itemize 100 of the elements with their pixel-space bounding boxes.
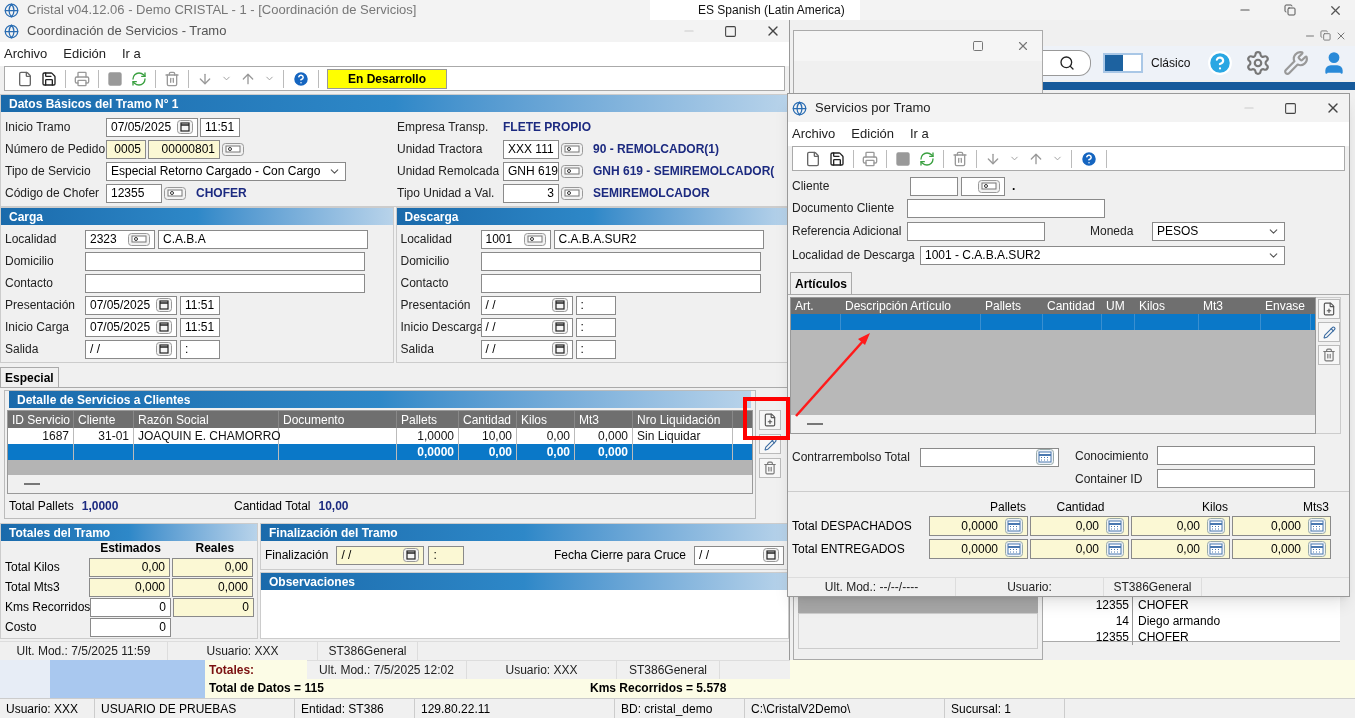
- stop-icon[interactable]: [107, 70, 123, 87]
- input-field[interactable]: [961, 176, 1005, 196]
- input-field[interactable]: / /: [480, 295, 573, 315]
- calculator-icon[interactable]: [1005, 540, 1023, 557]
- menu-item[interactable]: Archivo: [792, 124, 836, 144]
- input-field[interactable]: 0: [173, 597, 254, 617]
- maximize-icon[interactable]: [1284, 101, 1297, 115]
- column-header[interactable]: Mt3: [1199, 298, 1261, 314]
- delete-button[interactable]: [759, 458, 781, 478]
- input-field[interactable]: 0,00: [1131, 515, 1230, 536]
- input-field[interactable]: 00000801: [148, 139, 220, 159]
- input-field[interactable]: 11:51: [200, 117, 240, 137]
- input-field[interactable]: :: [180, 339, 220, 359]
- menu-item[interactable]: Ir a: [122, 44, 141, 64]
- table-row[interactable]: 0,0000 0,00 0,00 0,000: [8, 444, 752, 460]
- calculator-icon[interactable]: [1308, 540, 1326, 557]
- lookup-icon[interactable]: [222, 142, 244, 156]
- input-field[interactable]: 2323: [85, 229, 155, 249]
- refresh-icon[interactable]: [131, 70, 147, 87]
- calendar-icon[interactable]: [551, 342, 568, 356]
- column-header[interactable]: Cantidad: [1043, 298, 1102, 314]
- new-icon[interactable]: [805, 150, 821, 167]
- calendar-icon[interactable]: [156, 342, 172, 356]
- close-icon[interactable]: [1335, 30, 1347, 42]
- edit-button[interactable]: [1318, 322, 1340, 342]
- calendar-icon[interactable]: [156, 320, 172, 334]
- input-field[interactable]: GNH 619: [503, 161, 559, 181]
- tab[interactable]: Artículos: [790, 272, 852, 294]
- lookup-icon[interactable]: [561, 164, 583, 178]
- input-field[interactable]: / /: [336, 545, 425, 565]
- trash-icon[interactable]: [952, 150, 968, 167]
- input-field[interactable]: 0,00: [1030, 538, 1129, 559]
- column-header[interactable]: UM: [1102, 298, 1135, 314]
- maximize-icon[interactable]: [972, 40, 984, 52]
- input-field[interactable]: [480, 251, 761, 271]
- new-icon[interactable]: [17, 70, 33, 87]
- input-field[interactable]: [1157, 469, 1315, 488]
- input-field[interactable]: [907, 198, 1105, 218]
- menu-item[interactable]: Edición: [851, 124, 894, 144]
- close-icon[interactable]: [1016, 39, 1030, 53]
- help-icon[interactable]: [1207, 50, 1233, 76]
- input-field[interactable]: PESOS: [1152, 221, 1285, 241]
- input-field[interactable]: 0005: [106, 139, 146, 159]
- input-field[interactable]: 0,00: [172, 557, 253, 577]
- calculator-icon[interactable]: [1005, 517, 1023, 534]
- input-field[interactable]: 0: [90, 597, 171, 617]
- calculator-icon[interactable]: [1207, 517, 1225, 534]
- input-field[interactable]: :: [428, 545, 465, 565]
- lookup-icon[interactable]: [978, 179, 1000, 193]
- tab[interactable]: Especial: [0, 367, 59, 387]
- input-field[interactable]: 0,00: [89, 557, 170, 577]
- input-field[interactable]: C.A.B.A.SUR2: [553, 229, 764, 249]
- trash-icon[interactable]: [164, 70, 180, 87]
- input-field[interactable]: 07/05/2025: [85, 295, 177, 315]
- input-field[interactable]: 11:51: [180, 295, 220, 315]
- input-field[interactable]: [920, 447, 1059, 467]
- print-icon[interactable]: [74, 70, 90, 87]
- input-field[interactable]: XXX 111: [503, 139, 559, 159]
- input-field[interactable]: [1157, 446, 1315, 465]
- input-field[interactable]: 0,000: [172, 577, 253, 597]
- input-field[interactable]: :: [575, 339, 616, 359]
- refresh-icon[interactable]: [919, 150, 935, 167]
- input-field[interactable]: [85, 273, 365, 293]
- input-field[interactable]: 0,000: [1232, 515, 1331, 536]
- column-header[interactable]: Kilos: [1135, 298, 1199, 314]
- input-field[interactable]: :: [575, 295, 616, 315]
- settings-icon[interactable]: [1245, 50, 1271, 76]
- calendar-icon[interactable]: [551, 320, 568, 334]
- input-field[interactable]: 1001 - C.A.B.A.SUR2: [920, 245, 1285, 265]
- delete-button[interactable]: [1318, 345, 1340, 365]
- stop-icon[interactable]: [895, 150, 911, 167]
- menu-item[interactable]: Edición: [63, 44, 106, 64]
- column-header[interactable]: Art.: [791, 298, 841, 314]
- restore-icon[interactable]: [1320, 30, 1331, 41]
- calculator-icon[interactable]: [1207, 540, 1225, 557]
- theme-switch[interactable]: [1103, 53, 1143, 73]
- input-field[interactable]: 0: [90, 617, 171, 637]
- column-header[interactable]: Envase: [1261, 298, 1311, 314]
- lookup-icon[interactable]: [561, 142, 583, 156]
- calculator-icon[interactable]: [1308, 517, 1326, 534]
- input-field[interactable]: 1001: [480, 229, 551, 249]
- input-field[interactable]: 0,000: [1232, 538, 1331, 559]
- input-field[interactable]: Especial Retorno Cargado - Con Cargo: [106, 161, 346, 181]
- lookup-icon[interactable]: [164, 186, 186, 200]
- save-icon[interactable]: [829, 150, 845, 167]
- calendar-icon[interactable]: [156, 298, 172, 312]
- print-icon[interactable]: [862, 150, 878, 167]
- input-field[interactable]: 0,00: [1030, 515, 1129, 536]
- input-field[interactable]: / /: [85, 339, 177, 359]
- input-field[interactable]: 3: [503, 183, 559, 203]
- input-field[interactable]: :: [575, 317, 616, 337]
- input-field[interactable]: 0,000: [89, 577, 170, 597]
- input-field[interactable]: 07/05/2025: [106, 117, 198, 137]
- input-field[interactable]: 0,00: [1131, 538, 1230, 559]
- help-icon[interactable]: [292, 69, 310, 88]
- calendar-icon[interactable]: [551, 298, 568, 312]
- input-field[interactable]: 0,0000: [929, 515, 1028, 536]
- lookup-icon[interactable]: [523, 232, 546, 246]
- menu-item[interactable]: Ir a: [910, 124, 929, 144]
- input-field[interactable]: [910, 176, 958, 196]
